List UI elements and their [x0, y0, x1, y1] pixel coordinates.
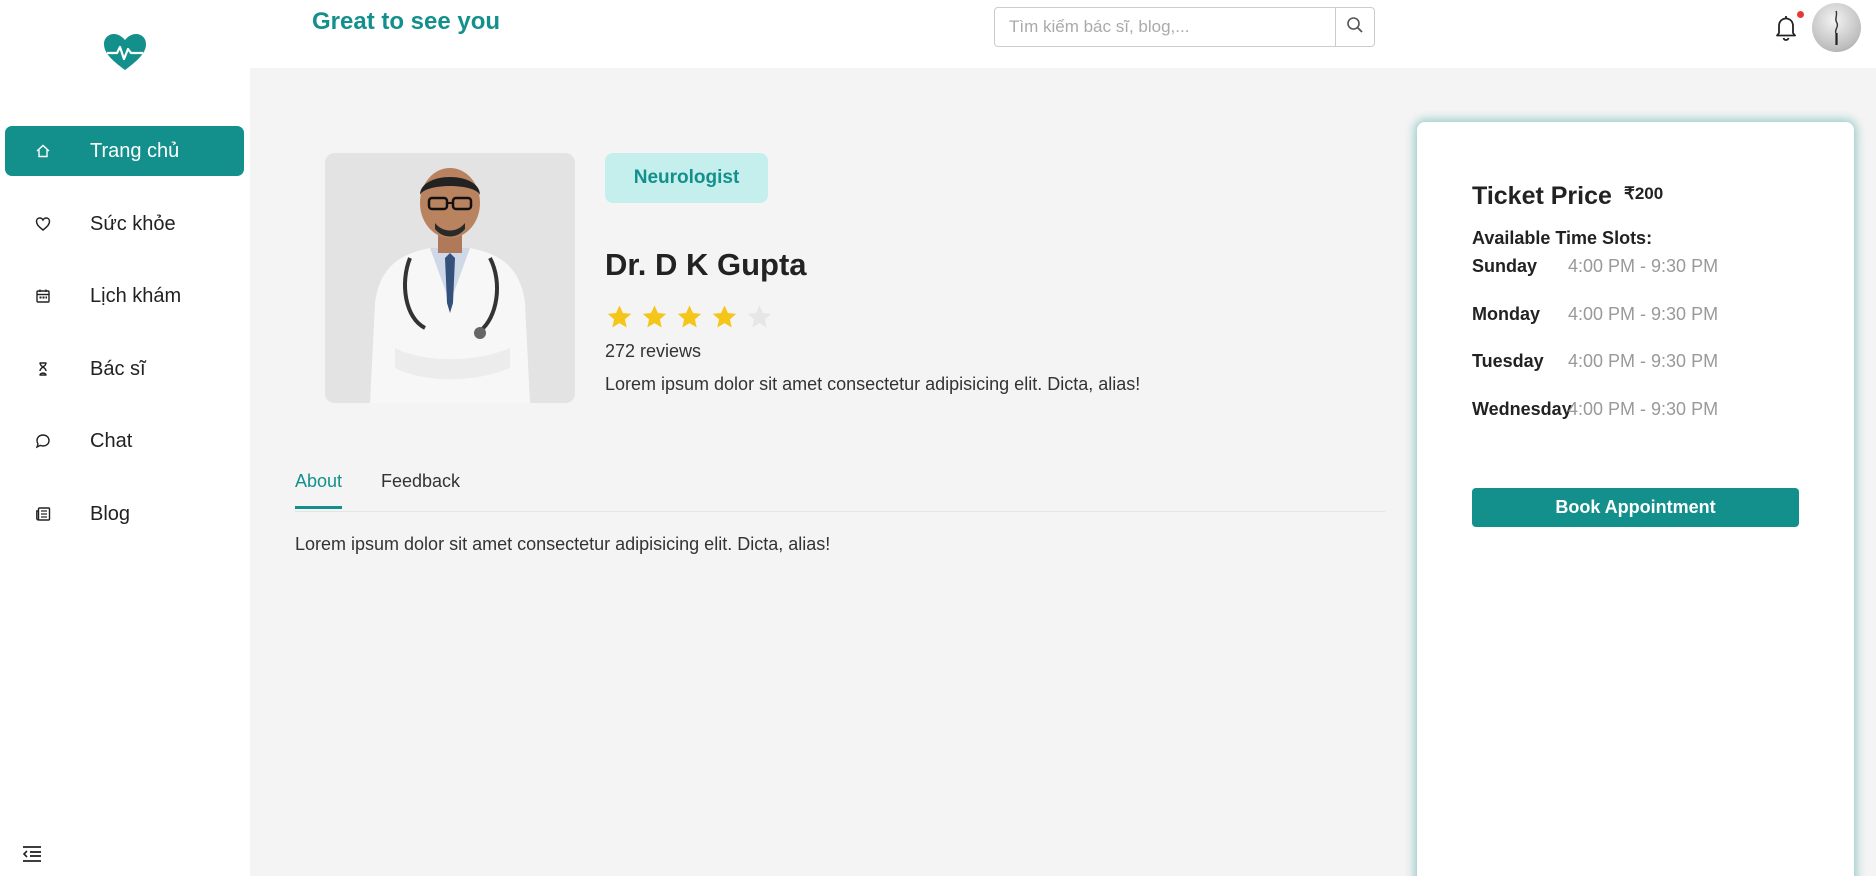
booking-panel: Ticket Price ₹200 Available Time Slots: …	[1417, 122, 1854, 876]
top-header: Great to see you	[250, 0, 1876, 68]
sidebar-item-label: Trang chủ	[90, 140, 180, 162]
ticket-price-value: ₹200	[1624, 184, 1664, 203]
star-icon	[607, 305, 632, 328]
sidebar-item-chat[interactable]: Chat	[5, 416, 244, 466]
doctor-icon	[35, 361, 51, 377]
slot-time: 4:00 PM - 9:30 PM	[1568, 399, 1719, 419]
time-slots-title: Available Time Slots:	[1472, 228, 1653, 248]
doctor-photo	[325, 153, 575, 403]
profile-tabs: About Feedback	[295, 468, 1385, 512]
heart-pulse-icon[interactable]	[104, 34, 146, 72]
star-icon	[712, 305, 737, 328]
about-text: Lorem ipsum dolor sit amet consectetur a…	[295, 534, 831, 554]
slot-day: Sunday	[1472, 256, 1538, 276]
slot-day: Tuesday	[1472, 351, 1544, 371]
sidebar-item-blog[interactable]: Blog	[5, 489, 244, 539]
slot-day: Monday	[1472, 304, 1541, 324]
sidebar-nav: Trang chủ Sức khỏe Lịch khám Bác sĩ Chat	[5, 126, 244, 561]
search-bar	[994, 7, 1375, 47]
slot-day: Wednesday	[1472, 399, 1572, 419]
time-slot-row: Wednesday 4:00 PM - 9:30 PM	[1472, 399, 1812, 423]
newspaper-icon	[35, 506, 51, 522]
slot-time: 4:00 PM - 9:30 PM	[1568, 304, 1719, 324]
time-slot-row: Monday 4:00 PM - 9:30 PM	[1472, 304, 1812, 328]
avatar[interactable]	[1812, 3, 1861, 52]
bell-icon[interactable]	[1773, 14, 1799, 42]
star-icon	[747, 305, 772, 328]
sidebar-item-bac-si[interactable]: Bác sĩ	[5, 344, 244, 394]
slot-time: 4:00 PM - 9:30 PM	[1568, 351, 1719, 371]
sidebar-item-suc-khoe[interactable]: Sức khỏe	[5, 199, 244, 249]
calendar-icon	[35, 288, 51, 304]
sidebar-item-label: Sức khỏe	[90, 212, 176, 235]
greeting-title: Great to see you	[312, 8, 501, 35]
star-icon	[642, 305, 667, 328]
search-button[interactable]	[1335, 8, 1374, 46]
chat-icon	[35, 433, 51, 449]
tab-feedback[interactable]: Feedback	[381, 471, 460, 506]
specialty-badge: Neurologist	[605, 153, 768, 203]
review-count: 272 reviews	[605, 341, 702, 361]
tab-about[interactable]: About	[295, 471, 343, 509]
sidebar-item-label: Lịch khám	[90, 285, 182, 307]
sidebar: Trang chủ Sức khỏe Lịch khám Bác sĩ Chat	[0, 0, 250, 876]
collapse-menu-icon[interactable]	[22, 845, 42, 863]
sidebar-item-trang-chu[interactable]: Trang chủ	[5, 126, 244, 176]
rating-stars	[605, 303, 774, 331]
search-input[interactable]	[995, 8, 1337, 46]
sidebar-item-label: Blog	[90, 502, 131, 525]
notification-badge	[1797, 11, 1804, 18]
search-icon	[1346, 16, 1364, 39]
doctor-name: Dr. D K Gupta	[605, 247, 807, 282]
doctor-description: Lorem ipsum dolor sit amet consectetur a…	[605, 374, 1141, 394]
heart-icon	[35, 216, 51, 232]
book-appointment-button[interactable]: Book Appointment	[1472, 488, 1799, 527]
sidebar-item-label: Bác sĩ	[90, 357, 146, 380]
slot-time: 4:00 PM - 9:30 PM	[1568, 256, 1719, 276]
home-icon	[35, 143, 51, 159]
time-slot-row: Tuesday 4:00 PM - 9:30 PM	[1472, 351, 1812, 375]
sidebar-item-lich-kham[interactable]: Lịch khám	[5, 271, 244, 321]
sidebar-item-label: Chat	[90, 430, 133, 452]
time-slot-row: Sunday 4:00 PM - 9:30 PM	[1472, 256, 1812, 280]
star-icon	[677, 305, 702, 328]
ticket-price-label: Ticket Price	[1472, 182, 1612, 210]
